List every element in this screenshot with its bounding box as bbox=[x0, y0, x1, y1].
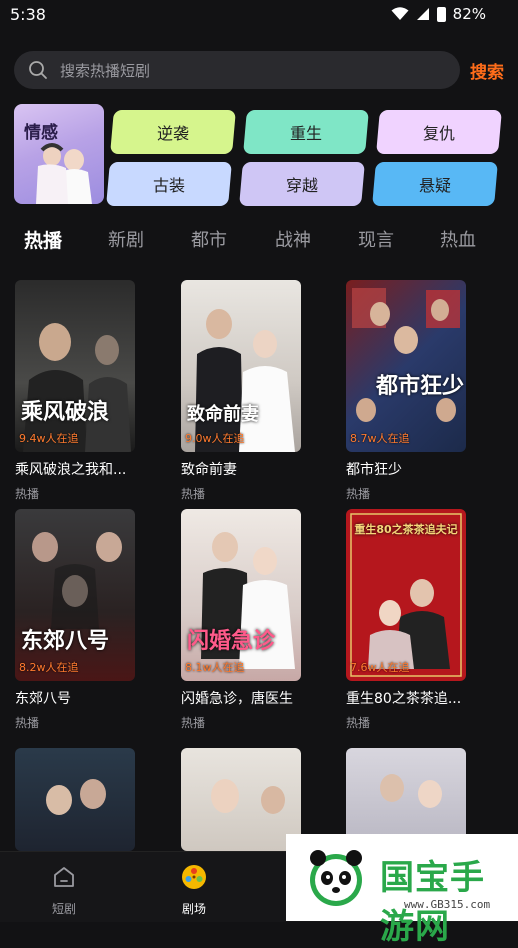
drama-title: 闪婚急诊，唐医生 bbox=[181, 691, 293, 707]
tab-modern-romance[interactable]: 现言 bbox=[358, 226, 394, 252]
genre-grid: 逆袭 重生 复仇 古装 穿越 悬疑 bbox=[106, 110, 504, 206]
follower-count: 9.4w人在追 bbox=[19, 432, 79, 445]
genre-chip[interactable]: 悬疑 bbox=[372, 162, 498, 206]
poster-title: 东郊八号 bbox=[21, 629, 110, 654]
watermark-url: www.GB315.com bbox=[404, 898, 491, 911]
nav-label: 短剧 bbox=[51, 902, 76, 916]
poster-illustration bbox=[195, 309, 295, 452]
drama-card[interactable]: 乘风破浪 9.4w人在追 乘风破浪之我和... 热播 bbox=[15, 280, 135, 502]
drama-title: 致命前妻 bbox=[181, 462, 237, 478]
status-bar: 5:38 82% bbox=[0, 0, 518, 30]
genre-chip[interactable]: 古装 bbox=[106, 162, 232, 206]
drama-card[interactable]: 重生80之茶茶追夫记 7.6w人在追 重生80之茶茶追... 热播 bbox=[346, 509, 466, 731]
poster-illustration bbox=[201, 532, 295, 669]
drama-poster: 闪婚急诊 8.1w人在追 bbox=[181, 509, 301, 681]
drama-tag: 热播 bbox=[15, 716, 40, 730]
drama-poster: 致命前妻 9.0w人在追 bbox=[181, 280, 301, 452]
drama-poster bbox=[181, 748, 301, 851]
tab-hot[interactable]: 热播 bbox=[24, 226, 62, 253]
drama-poster: 乘风破浪 9.4w人在追 bbox=[15, 280, 135, 452]
poster-title: 致命前妻 bbox=[187, 404, 259, 425]
tab-hot-blooded[interactable]: 热血 bbox=[440, 226, 476, 252]
poster-illustration bbox=[32, 532, 122, 629]
watermark-overlay: 国宝手游网 www.GB315.com bbox=[286, 834, 518, 947]
follower-count: 7.6w人在追 bbox=[350, 661, 410, 674]
drama-title: 乘风破浪之我和... bbox=[15, 462, 127, 478]
category-tabs: 热播 新剧 都市 战神 现言 热血 bbox=[0, 226, 518, 256]
tab-new[interactable]: 新剧 bbox=[108, 226, 144, 252]
drama-tag: 热播 bbox=[346, 487, 371, 501]
drama-title: 东郊八号 bbox=[15, 691, 71, 707]
drama-tag: 热播 bbox=[181, 487, 206, 501]
poster-title: 重生80之茶茶追夫记 bbox=[354, 523, 458, 536]
genre-chip[interactable]: 逆袭 bbox=[110, 110, 236, 154]
drama-poster: 东郊八号 8.2w人在追 bbox=[15, 509, 135, 681]
status-time: 5:38 bbox=[10, 5, 46, 24]
battery-icon bbox=[436, 6, 446, 22]
battery-percent: 82% bbox=[452, 5, 486, 23]
signal-icon bbox=[416, 8, 429, 20]
tab-war-god[interactable]: 战神 bbox=[275, 226, 311, 252]
poster-title: 闪婚急诊 bbox=[187, 629, 276, 654]
drama-poster bbox=[15, 748, 135, 851]
featured-category-card[interactable]: 情感 bbox=[14, 104, 104, 204]
film-reel-icon bbox=[182, 865, 206, 889]
nav-item-shorts[interactable]: 短剧 bbox=[34, 864, 94, 917]
featured-category-label: 情感 bbox=[24, 123, 58, 143]
nav-label: 剧场 bbox=[181, 902, 206, 916]
drama-poster: 重生80之茶茶追夫记 7.6w人在追 bbox=[346, 509, 466, 681]
drama-card[interactable] bbox=[15, 748, 135, 851]
drama-card[interactable] bbox=[181, 748, 301, 851]
drama-card[interactable]: 东郊八号 8.2w人在追 东郊八号 热播 bbox=[15, 509, 135, 731]
panda-logo bbox=[310, 850, 362, 906]
nav-item-theater[interactable]: 剧场 bbox=[164, 864, 224, 917]
home-icon bbox=[54, 867, 74, 887]
poster-illustration bbox=[352, 288, 460, 422]
genre-chip[interactable]: 穿越 bbox=[239, 162, 365, 206]
poster-title: 都市狂少 bbox=[376, 374, 465, 399]
poster-illustration bbox=[211, 779, 285, 814]
genre-chip[interactable]: 复仇 bbox=[376, 110, 502, 154]
poster-title: 乘风破浪 bbox=[21, 400, 110, 425]
search-bar[interactable] bbox=[14, 51, 460, 91]
drama-tag: 热播 bbox=[15, 487, 40, 501]
drama-card[interactable]: 致命前妻 9.0w人在追 致命前妻 热播 bbox=[181, 280, 301, 502]
drama-poster: 都市狂少 8.7w人在追 bbox=[346, 280, 466, 452]
wifi-icon bbox=[391, 7, 409, 20]
follower-count: 8.2w人在追 bbox=[19, 661, 79, 674]
follower-count: 9.0w人在追 bbox=[185, 432, 245, 445]
follower-count: 8.7w人在追 bbox=[350, 432, 410, 445]
drama-card[interactable]: 闪婚急诊 8.1w人在追 闪婚急诊，唐医生 热播 bbox=[181, 509, 301, 731]
drama-title: 都市狂少 bbox=[346, 462, 402, 478]
drama-card[interactable]: 都市狂少 8.7w人在追 都市狂少 热播 bbox=[346, 280, 466, 502]
poster-illustration bbox=[46, 779, 106, 815]
genre-chip[interactable]: 重生 bbox=[243, 110, 369, 154]
poster-illustration bbox=[23, 323, 131, 452]
drama-tag: 热播 bbox=[346, 716, 371, 730]
follower-count: 8.1w人在追 bbox=[185, 661, 245, 674]
search-button[interactable]: 搜索 bbox=[470, 58, 504, 83]
drama-title: 重生80之茶茶追... bbox=[346, 691, 462, 707]
tab-urban[interactable]: 都市 bbox=[191, 226, 227, 252]
drama-tag: 热播 bbox=[181, 716, 206, 730]
search-icon bbox=[29, 61, 47, 79]
search-input[interactable] bbox=[58, 51, 442, 91]
